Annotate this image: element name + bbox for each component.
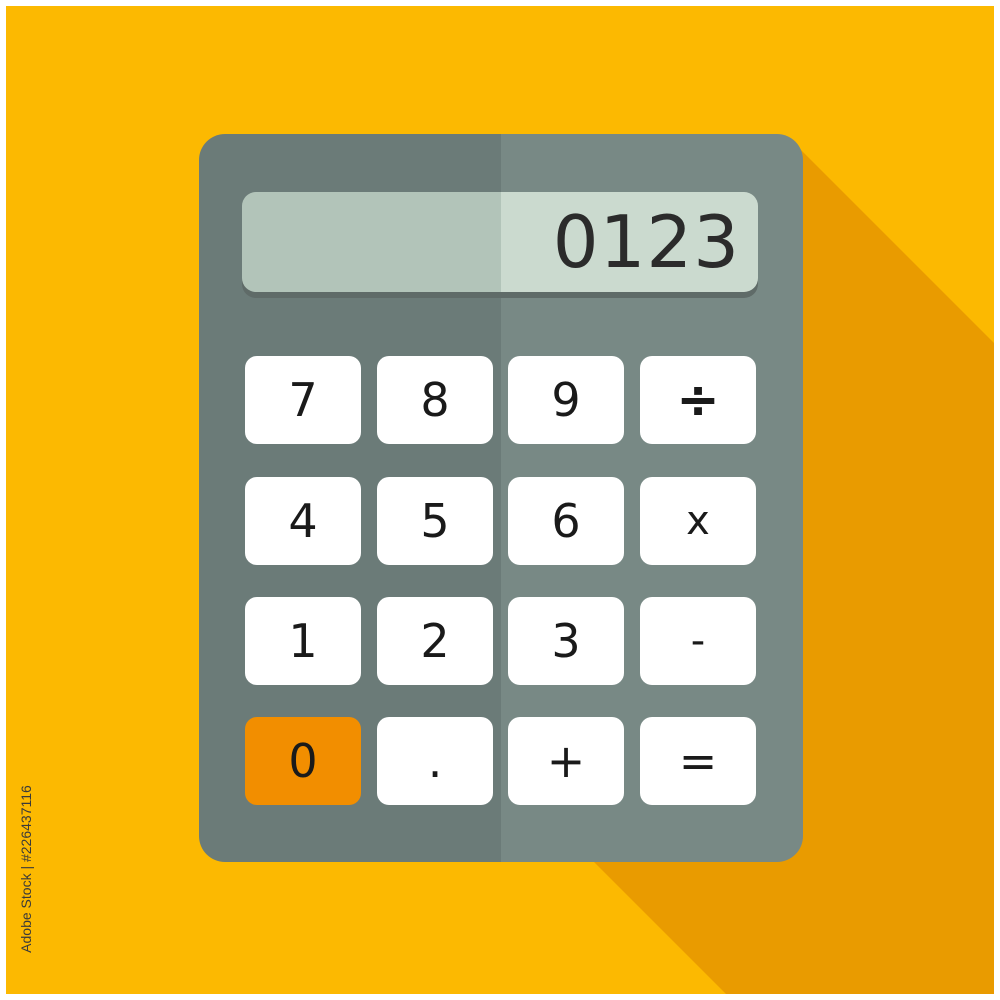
key-8[interactable]: 8 xyxy=(377,356,493,444)
key-2[interactable]: 2 xyxy=(377,597,493,685)
key-divide[interactable]: ÷ xyxy=(640,356,756,444)
stock-credit-text: Adobe Stock | #226437116 xyxy=(18,785,34,953)
display-left-half xyxy=(242,192,501,292)
key-subtract[interactable]: - xyxy=(640,597,756,685)
image-frame: 0123 7 8 9 ÷ 4 5 6 x 1 2 3 - 0 . + = Ado… xyxy=(6,6,994,994)
key-6[interactable]: 6 xyxy=(508,477,624,565)
key-4[interactable]: 4 xyxy=(245,477,361,565)
key-7[interactable]: 7 xyxy=(245,356,361,444)
key-add[interactable]: + xyxy=(508,717,624,805)
key-decimal[interactable]: . xyxy=(377,717,493,805)
display-value: 0123 xyxy=(552,200,740,284)
key-equals[interactable]: = xyxy=(640,717,756,805)
calculator-body: 0123 7 8 9 ÷ 4 5 6 x 1 2 3 - 0 . + = xyxy=(199,134,803,862)
stock-credit: Adobe Stock | #226437116 xyxy=(16,776,36,976)
key-multiply[interactable]: x xyxy=(640,477,756,565)
display-screen: 0123 xyxy=(242,192,758,292)
key-9[interactable]: 9 xyxy=(508,356,624,444)
key-5[interactable]: 5 xyxy=(377,477,493,565)
key-0[interactable]: 0 xyxy=(245,717,361,805)
key-3[interactable]: 3 xyxy=(508,597,624,685)
key-1[interactable]: 1 xyxy=(245,597,361,685)
